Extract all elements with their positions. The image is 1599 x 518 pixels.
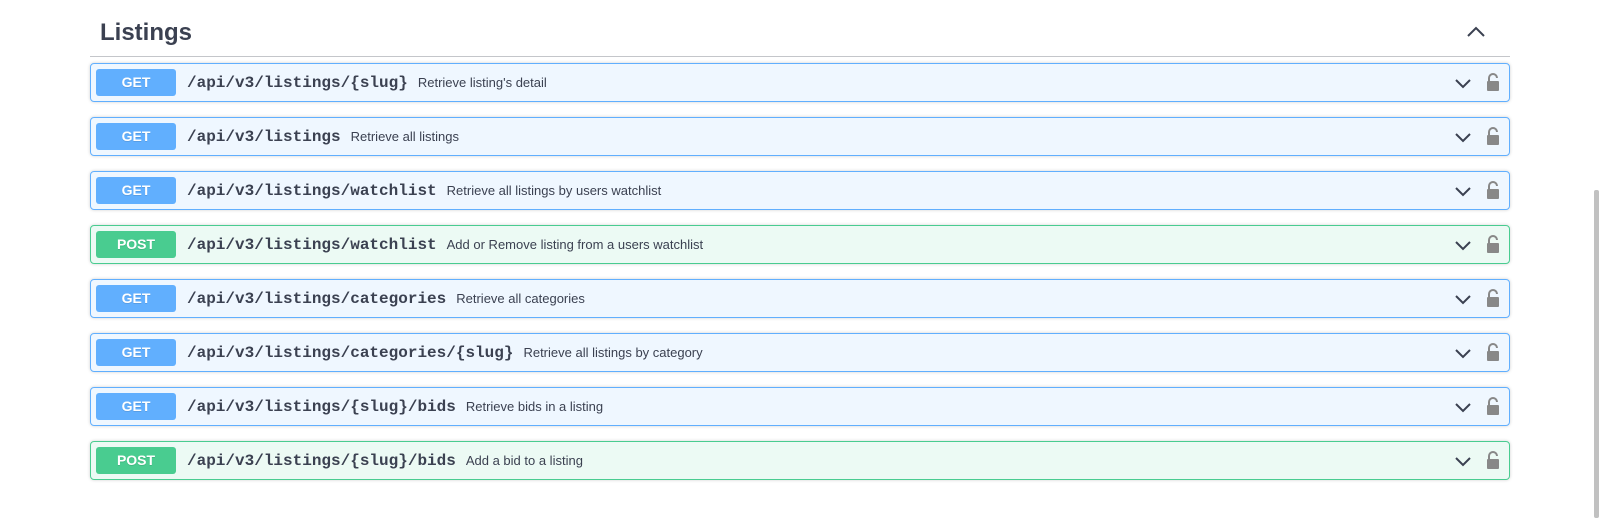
method-badge: GET <box>96 177 176 204</box>
lock-icon[interactable] <box>1485 180 1501 200</box>
operation-get-listings[interactable]: GET /api/v3/listings Retrieve all listing… <box>90 117 1510 156</box>
operation-get-watchlist[interactable]: GET /api/v3/listings/watchlist Retrieve a… <box>90 171 1510 210</box>
operation-summary: Retrieve all categories <box>456 291 585 306</box>
method-badge: GET <box>96 393 176 420</box>
chevron-down-icon[interactable] <box>1453 451 1473 471</box>
lock-icon[interactable] <box>1485 450 1501 470</box>
method-badge: GET <box>96 123 176 150</box>
path-text: /api/v3/listings/watchlist <box>187 236 437 254</box>
chevron-down-icon[interactable] <box>1453 289 1473 309</box>
chevron-down-icon[interactable] <box>1453 397 1473 417</box>
operation-summary: Add or Remove listing from a users watch… <box>446 237 704 252</box>
operation-get-category-listings[interactable]: GET /api/v3/listings/categories/{slug} Re… <box>90 333 1510 372</box>
vertical-scrollbar[interactable] <box>1594 190 1599 518</box>
path-text: /api/v3/listings/{slug}/bids <box>187 398 456 416</box>
operation-get-bids[interactable]: GET /api/v3/listings/{slug}/bids Retrieve… <box>90 387 1510 426</box>
operation-path: /api/v3/listings/watchlist Add or Remove … <box>187 226 703 263</box>
operation-path: /api/v3/listings Retrieve all listings <box>187 118 459 155</box>
method-badge: POST <box>96 231 176 258</box>
path-text: /api/v3/listings/{slug} <box>187 74 408 92</box>
lock-icon[interactable] <box>1485 288 1501 308</box>
path-text: /api/v3/listings/watchlist <box>187 182 437 200</box>
operation-summary: Retrieve all listings by users watchlist <box>446 183 662 198</box>
lock-icon[interactable] <box>1485 234 1501 254</box>
operation-get-listing-detail[interactable]: GET /api/v3/listings/{slug} Retrieve list… <box>90 63 1510 102</box>
operation-summary: Retrieve bids in a listing <box>465 399 604 414</box>
chevron-down-icon[interactable] <box>1453 127 1473 147</box>
tag-section-header[interactable]: Listings <box>90 6 1510 57</box>
method-badge: GET <box>96 69 176 96</box>
path-text: /api/v3/listings/{slug}/bids <box>187 452 456 470</box>
chevron-down-icon[interactable] <box>1453 73 1473 93</box>
operation-summary: Retrieve all listings <box>350 129 459 144</box>
operation-path: /api/v3/listings/categories Retrieve all … <box>187 280 585 317</box>
path-text: /api/v3/listings <box>187 128 341 146</box>
operation-summary: Retrieve listing's detail <box>417 75 547 90</box>
path-text: /api/v3/listings/categories <box>187 290 447 308</box>
method-badge: GET <box>96 339 176 366</box>
operation-path: /api/v3/listings/watchlist Retrieve all l… <box>187 172 661 209</box>
chevron-down-icon[interactable] <box>1453 181 1473 201</box>
operation-summary: Add a bid to a listing <box>465 453 583 468</box>
lock-icon[interactable] <box>1485 126 1501 146</box>
lock-icon[interactable] <box>1485 396 1501 416</box>
operation-post-bid[interactable]: POST /api/v3/listings/{slug}/bids Add a b… <box>90 441 1510 480</box>
operation-path: /api/v3/listings/{slug}/bids Add a bid to… <box>187 442 583 479</box>
method-badge: GET <box>96 285 176 312</box>
lock-icon[interactable] <box>1485 72 1501 92</box>
chevron-down-icon[interactable] <box>1453 343 1473 363</box>
path-text: /api/v3/listings/categories/{slug} <box>187 344 514 362</box>
operation-path: /api/v3/listings/{slug}/bids Retrieve bid… <box>187 388 603 425</box>
lock-icon[interactable] <box>1485 342 1501 362</box>
operation-post-watchlist[interactable]: POST /api/v3/listings/watchlist Add or Re… <box>90 225 1510 264</box>
chevron-up-icon[interactable] <box>1464 20 1488 44</box>
section-title: Listings <box>100 19 193 46</box>
operation-get-categories[interactable]: GET /api/v3/listings/categories Retrieve … <box>90 279 1510 318</box>
chevron-down-icon[interactable] <box>1453 235 1473 255</box>
swagger-page: Listings GET /api/v3/listings/{slug} Retr… <box>0 0 1599 518</box>
operation-path: /api/v3/listings/{slug} Retrieve listing'… <box>187 64 547 101</box>
operation-path: /api/v3/listings/categories/{slug} Retrie… <box>187 334 703 371</box>
method-badge: POST <box>96 447 176 474</box>
operation-summary: Retrieve all listings by category <box>523 345 703 360</box>
